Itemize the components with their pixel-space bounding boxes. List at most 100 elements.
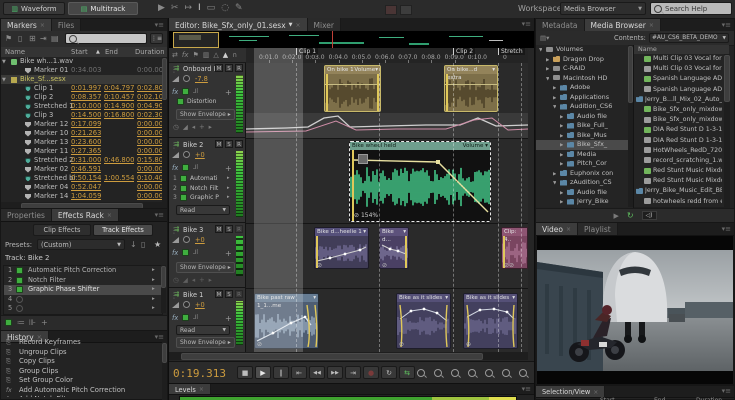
rack-power-icon[interactable]	[5, 319, 12, 326]
pan-knob[interactable]	[183, 151, 190, 158]
file-item[interactable]: HotWheels_RedD_720p.r	[634, 146, 724, 156]
marker-name[interactable]: Marker 11	[34, 147, 76, 156]
waveform-view-button[interactable]: ▥ Waveform	[3, 2, 65, 15]
fx-slot-name[interactable]: Distortion	[187, 98, 227, 105]
file-item[interactable]: Bike_Sfx_only_mixdown	[634, 105, 724, 115]
clip-effects-button[interactable]: Clip Effects	[33, 224, 91, 236]
table-row[interactable]: Marker 130:23.6000:00.00	[1, 138, 162, 147]
marker-name[interactable]: Marker 01	[34, 66, 76, 75]
effect-slot-row[interactable]: 1Automatic Pitch Correction▸	[4, 266, 162, 276]
tree-item[interactable]: ▶Dragon Drop	[536, 55, 628, 65]
file-item[interactable]: DIA Red Stunt D 1-3-10	[634, 136, 724, 146]
tree-item[interactable]: ▶Applications	[536, 93, 628, 103]
fx-mini-name[interactable]: Graphic P	[190, 193, 226, 203]
move-tool-icon[interactable]: ▶	[158, 3, 171, 13]
track-lanes[interactable]: On bike 1 Volume▾ On bike...d extra ▾	[246, 63, 528, 352]
automation-icons[interactable]: ◷◢◂+▸	[173, 123, 216, 131]
table-row[interactable]: Stretched 20:31.0000:46.8000:15.80	[1, 156, 162, 165]
mute-button[interactable]: M	[215, 64, 223, 72]
marker-start[interactable]: 0:27.365	[71, 147, 101, 156]
history-item-label[interactable]: Add Notch Filter	[19, 395, 157, 397]
table-row[interactable]: Marker 100:21.2630:00.00	[1, 129, 162, 138]
file-item-label[interactable]: record_scratching_1.wav	[653, 156, 722, 166]
record-arm-button[interactable]: R	[235, 290, 243, 298]
file-item-label[interactable]: Bike_Sfx_only_mixdown	[653, 115, 722, 125]
preview-play-icon[interactable]: ▶	[613, 212, 618, 220]
effect-expand-icon[interactable]: ▸	[152, 295, 155, 305]
effect-expand-icon[interactable]: ▸	[152, 276, 155, 286]
marker-start[interactable]: 0:34.003	[71, 66, 101, 75]
panel-menu-icon[interactable]: ▾≡	[155, 21, 164, 29]
record-arm-button[interactable]: R	[235, 225, 243, 233]
record-arm-button[interactable]: R	[235, 64, 243, 72]
fast-forward-button[interactable]: ▶▶	[327, 366, 343, 379]
razor-tool-icon[interactable]: ✂	[171, 3, 185, 13]
close-icon[interactable]: ×	[40, 22, 45, 29]
tab-markers[interactable]: Markers×	[1, 19, 52, 31]
solo-button[interactable]: S	[225, 225, 233, 233]
meters-mode-icon[interactable]: ▥	[203, 51, 210, 59]
file-item[interactable]: Multi Clip 03 Vocal for T	[634, 64, 724, 74]
marker-start[interactable]: 0:01.997	[71, 84, 101, 93]
marker-duration[interactable]: 0:00.00	[137, 183, 162, 192]
auto-play-speaker-icon[interactable]: ◁)	[642, 211, 657, 220]
markers-vscrollbar[interactable]	[162, 57, 167, 202]
record-button[interactable]: ●	[363, 366, 379, 379]
effect-slot-row[interactable]: 4▸	[4, 295, 162, 305]
marker-duration[interactable]: 0:00.00	[137, 192, 162, 201]
chevron-down-icon[interactable]: ▼	[289, 22, 293, 28]
slot-power-icon[interactable]	[177, 98, 184, 105]
track-fx-mini-row[interactable]: 2Notch Filt▸	[171, 184, 233, 194]
export-marker-icon[interactable]: ▤	[51, 34, 59, 43]
tree-item-label[interactable]: Volumes	[556, 45, 624, 55]
pan-knob[interactable]	[183, 75, 190, 82]
monitor-headphone-icon[interactable]: ∩	[232, 51, 237, 59]
close-icon[interactable]: ×	[199, 386, 204, 393]
tab-metadata[interactable]: Metadata	[536, 19, 585, 31]
tab-video[interactable]: Video×	[536, 223, 578, 235]
marker-name[interactable]: Clip 2	[34, 93, 76, 102]
table-row[interactable]: Marker 010:34.0030:00.00	[1, 66, 162, 75]
table-row[interactable]: Marker 020:46.5910:00.00	[1, 165, 162, 174]
tab-media-browser[interactable]: Media Browser×	[585, 19, 661, 31]
crossfade-handle-icon[interactable]	[358, 154, 368, 164]
track-header-bike1[interactable]: ⋮ ⇶ Bike 1 M S R +0 fx ⅃l + Read▼ Show E…	[169, 289, 246, 351]
history-item[interactable]: ⎘Group Clips	[1, 367, 162, 377]
table-row[interactable]: Marker 110:27.3650:00.00	[1, 147, 162, 156]
file-item-label[interactable]: Bike_Sfx_only_mixdown	[653, 105, 722, 115]
tab-effects-rack[interactable]: Effects Rack×	[52, 209, 119, 221]
timeline-marker-flag[interactable]: Clip 2	[453, 48, 475, 55]
tab-selection-view[interactable]: Selection/View×	[536, 386, 605, 397]
effect-name[interactable]: Graphic Phase Shifter	[28, 285, 146, 295]
mute-button[interactable]: M	[215, 290, 223, 298]
view-options-icon[interactable]: ▤▾	[540, 34, 549, 42]
file-item[interactable]: hotwheels redd from e	[634, 197, 724, 207]
marker-end[interactable]: 0:46.800	[104, 156, 134, 165]
marker-duration[interactable]: 0:00.00	[137, 138, 162, 147]
file-item-label[interactable]: DIA Red Stunt D 1-3-10	[653, 125, 722, 135]
tree-item[interactable]: ▶Euphonix con	[536, 169, 628, 179]
history-item-label[interactable]: Ungroup Clips	[19, 348, 157, 358]
add-marker-icon[interactable]: ⚑	[5, 34, 12, 43]
history-item-label[interactable]: Group Clips	[19, 367, 157, 377]
mute-button[interactable]: M	[215, 225, 223, 233]
skip-selection-button[interactable]: ⇆	[399, 366, 415, 379]
tree-item-label[interactable]: Audio file	[577, 188, 624, 198]
file-item[interactable]: Spanish Language ADR_	[634, 85, 724, 95]
table-row[interactable]: ▼Bike wh...1.wav	[1, 57, 162, 66]
close-icon[interactable]: ×	[593, 389, 598, 396]
history-item[interactable]: ⎘Ungroup Clips	[1, 348, 162, 358]
history-item[interactable]: fxAdd Notch Filter	[1, 395, 162, 397]
merge-markers-icon[interactable]: ⊞	[29, 34, 36, 43]
history-item-label[interactable]: Add Automatic Pitch Correction	[19, 386, 157, 396]
panel-menu-icon[interactable]: ▾≡	[722, 225, 731, 233]
tab-properties[interactable]: Properties	[1, 209, 52, 221]
clip-on-bike-1[interactable]: On bike 1 Volume▾	[324, 65, 381, 112]
volume-value[interactable]: +0	[195, 301, 205, 309]
show-envelope-button[interactable]: Show Envelope ▸	[176, 109, 235, 120]
tree-item-label[interactable]: Bike_Mus	[577, 131, 624, 141]
close-icon[interactable]: ×	[649, 22, 654, 29]
fx-add-icon[interactable]: +	[225, 314, 232, 323]
file-item-label[interactable]: DIA Red Stunt D 1-3-10	[653, 136, 722, 146]
marker-name[interactable]: Marker 04	[34, 183, 76, 192]
